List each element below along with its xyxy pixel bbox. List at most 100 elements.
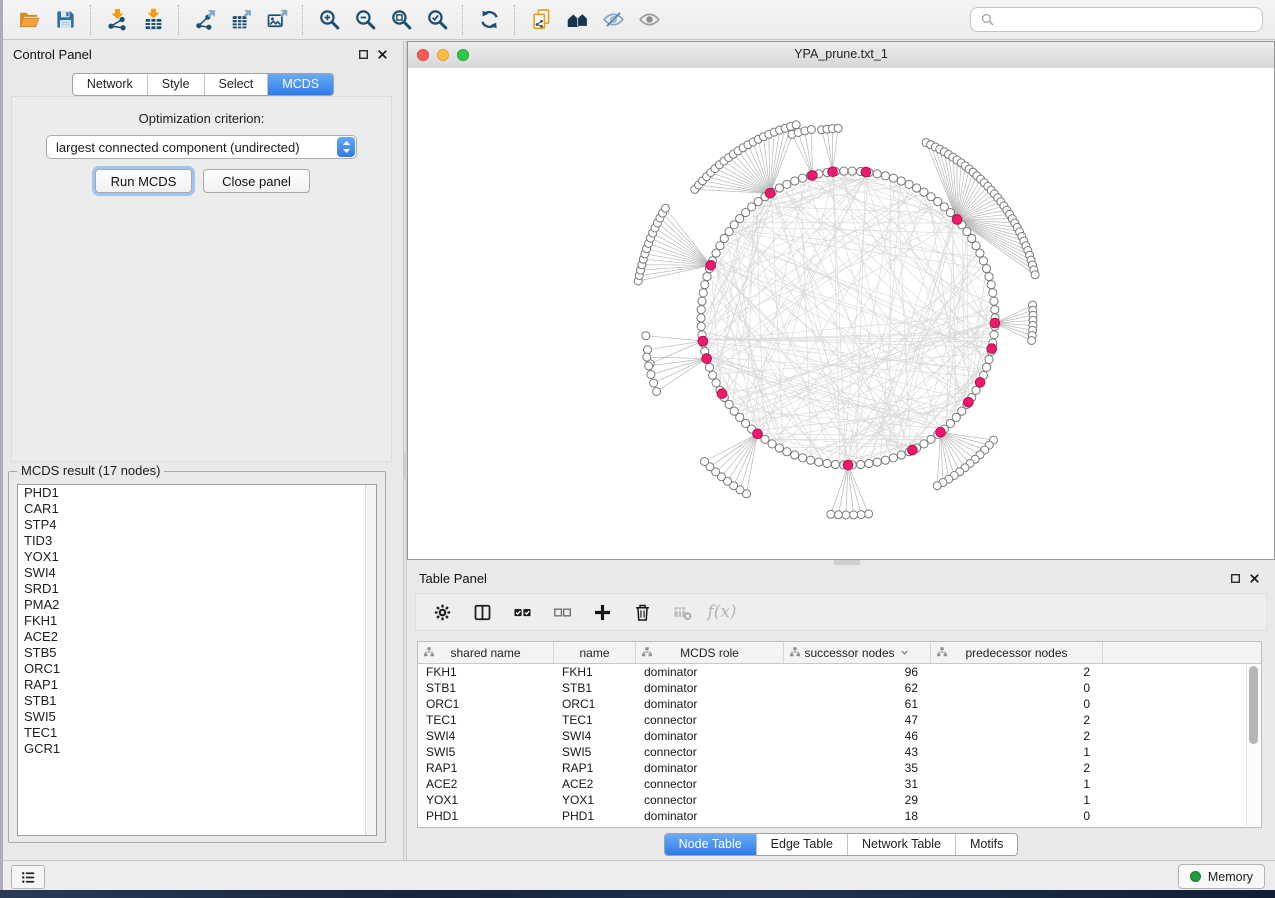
- table-row[interactable]: YOX1YOX1connector291: [418, 792, 1261, 808]
- table-row[interactable]: TEC1TEC1connector472: [418, 712, 1261, 728]
- delete-column-button[interactable]: [630, 600, 654, 624]
- cell-predecessor-nodes: 2: [931, 729, 1103, 743]
- network-graph[interactable]: [408, 68, 1274, 559]
- export-table-button[interactable]: [223, 4, 259, 36]
- tab-style[interactable]: Style: [147, 74, 204, 95]
- list-scrollbar[interactable]: [365, 485, 376, 835]
- mcds-result-item[interactable]: YOX1: [18, 549, 376, 565]
- cell-predecessor-nodes: 0: [931, 697, 1103, 711]
- mcds-result-item[interactable]: SWI5: [18, 709, 376, 725]
- open-file-button[interactable]: [11, 4, 47, 36]
- import-table-button[interactable]: [135, 4, 171, 36]
- table-row[interactable]: ORC1ORC1dominator610: [418, 696, 1261, 712]
- mcds-result-item[interactable]: PMA2: [18, 597, 376, 613]
- task-history-button[interactable]: [11, 865, 45, 889]
- tab-edge-table[interactable]: Edge Table: [756, 834, 847, 855]
- float-icon[interactable]: [357, 48, 371, 62]
- mcds-result-list[interactable]: PHD1CAR1STP4TID3YOX1SWI4SRD1PMA2FKH1ACE2…: [17, 484, 377, 836]
- import-network-button[interactable]: [99, 4, 135, 36]
- mcds-result-item[interactable]: STB5: [18, 645, 376, 661]
- column-header-shared-name[interactable]: shared name: [418, 642, 554, 663]
- zoom-selected-button[interactable]: [419, 4, 455, 36]
- table-row[interactable]: STB1STB1dominator620: [418, 680, 1261, 696]
- control-panel-tab-row: NetworkStyleSelectMCDS: [3, 73, 403, 96]
- table-row[interactable]: RAP1RAP1dominator352: [418, 760, 1261, 776]
- criterion-select[interactable]: largest connected component (undirected): [46, 135, 357, 159]
- function-builder-button: f(x): [710, 600, 734, 624]
- show-all-button[interactable]: [631, 4, 667, 36]
- close-panel-button[interactable]: Close panel: [203, 169, 310, 193]
- close-icon: [1248, 572, 1261, 585]
- mcds-result-item[interactable]: STB1: [18, 693, 376, 709]
- zoom-out-button[interactable]: [347, 4, 383, 36]
- float-icon[interactable]: [1229, 572, 1243, 586]
- network-window-titlebar[interactable]: YPA_prune.txt_1: [408, 42, 1274, 69]
- column-header-filler: [1103, 642, 1261, 663]
- select-all-columns-button[interactable]: [510, 600, 534, 624]
- scrollbar-thumb[interactable]: [1249, 666, 1258, 744]
- mcds-result-item[interactable]: TEC1: [18, 725, 376, 741]
- tab-network[interactable]: Network: [73, 74, 147, 95]
- mcds-result-item[interactable]: GCR1: [18, 741, 376, 757]
- mcds-result-item[interactable]: RAP1: [18, 677, 376, 693]
- mcds-result-item[interactable]: CAR1: [18, 501, 376, 517]
- save-session-button[interactable]: [47, 4, 83, 36]
- toolbar-separator: [462, 5, 464, 35]
- mcds-result-item[interactable]: FKH1: [18, 613, 376, 629]
- table-scrollbar[interactable]: [1246, 664, 1260, 826]
- zoom-out-icon: [354, 8, 377, 31]
- mcds-result-item[interactable]: SWI4: [18, 565, 376, 581]
- toolbar-separator: [302, 5, 304, 35]
- mcds-result-item[interactable]: PHD1: [18, 485, 376, 501]
- network-canvas[interactable]: [408, 68, 1274, 559]
- column-header-name[interactable]: name: [554, 642, 636, 663]
- export-table-icon: [230, 8, 253, 31]
- export-image-button[interactable]: [259, 4, 295, 36]
- tab-mcds[interactable]: MCDS: [267, 74, 333, 95]
- table-row[interactable]: FKH1FKH1dominator962: [418, 664, 1261, 680]
- split-columns-button[interactable]: [470, 600, 494, 624]
- export-network-button[interactable]: [187, 4, 223, 36]
- unselect-all-columns-button[interactable]: [550, 600, 574, 624]
- tab-node-table[interactable]: Node Table: [665, 834, 756, 855]
- memory-button[interactable]: Memory: [1178, 864, 1265, 889]
- zoom-in-button[interactable]: [311, 4, 347, 36]
- tab-motifs[interactable]: Motifs: [955, 834, 1017, 855]
- refresh-button[interactable]: [471, 4, 507, 36]
- search-input[interactable]: [1001, 11, 1254, 28]
- tab-network-table[interactable]: Network Table: [847, 834, 955, 855]
- mcds-result-box: MCDS result (17 nodes) PHD1CAR1STP4TID3Y…: [8, 471, 386, 843]
- close-icon[interactable]: [1248, 572, 1262, 586]
- network-window-title: YPA_prune.txt_1: [408, 47, 1274, 61]
- close-icon[interactable]: [376, 48, 390, 62]
- search-box[interactable]: [970, 7, 1263, 32]
- table-row[interactable]: PHD1PHD1dominator180: [418, 808, 1261, 824]
- run-mcds-button[interactable]: Run MCDS: [95, 169, 192, 193]
- table-row[interactable]: SWI5SWI5connector431: [418, 744, 1261, 760]
- share-document-button[interactable]: [523, 4, 559, 36]
- column-header-successor-nodes[interactable]: successor nodes: [784, 642, 931, 663]
- hide-selected-button[interactable]: [595, 4, 631, 36]
- table-tab-row: Node TableEdge TableNetwork TableMotifs: [407, 833, 1275, 856]
- cell-name: SWI4: [554, 729, 636, 743]
- tab-select[interactable]: Select: [204, 74, 268, 95]
- table-row[interactable]: ACE2ACE2connector311: [418, 776, 1261, 792]
- tree-icon: [936, 646, 948, 658]
- zoom-fit-button[interactable]: [383, 4, 419, 36]
- gear-button[interactable]: [430, 600, 454, 624]
- mcds-result-item[interactable]: SRD1: [18, 581, 376, 597]
- column-header-predecessor-nodes[interactable]: predecessor nodes: [931, 642, 1103, 663]
- mcds-result-item[interactable]: ORC1: [18, 661, 376, 677]
- mcds-result-item[interactable]: STP4: [18, 517, 376, 533]
- mcds-result-item[interactable]: ACE2: [18, 629, 376, 645]
- mcds-result-item[interactable]: TID3: [18, 533, 376, 549]
- table-row[interactable]: SWI4SWI4dominator462: [418, 728, 1261, 744]
- save-session-icon: [54, 8, 77, 31]
- control-panel-title: Control Panel: [13, 47, 92, 62]
- add-column-button[interactable]: [590, 600, 614, 624]
- cell-successor-nodes: 29: [784, 793, 931, 807]
- column-header-mcds-role[interactable]: MCDS role: [636, 642, 784, 663]
- cell-mcds-role: connector: [636, 713, 784, 727]
- first-neighbors-button[interactable]: [559, 4, 595, 36]
- cell-name: FKH1: [554, 665, 636, 679]
